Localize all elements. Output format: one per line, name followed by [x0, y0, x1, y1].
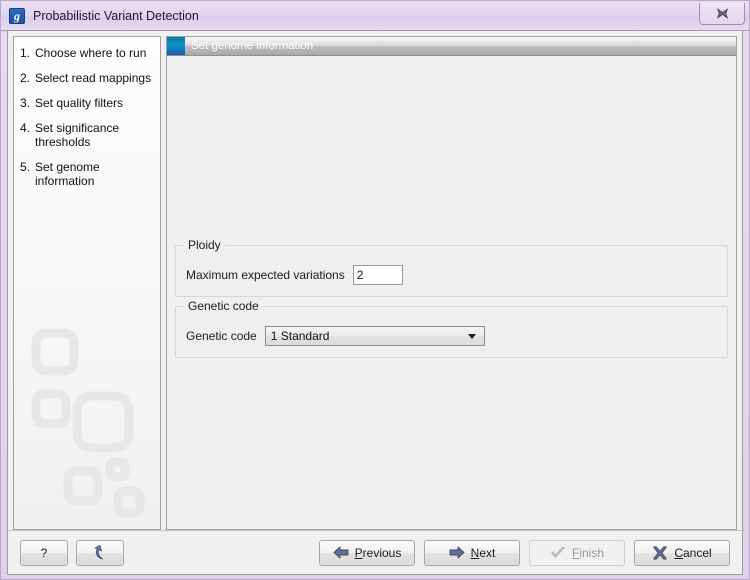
field-label: Genetic code — [186, 329, 257, 343]
button-bar-left: ? — [20, 539, 124, 566]
previous-button[interactable]: Previous — [319, 539, 415, 566]
question-mark-icon: ? — [40, 545, 48, 560]
previous-button-label: Previous — [354, 545, 402, 560]
decorative-squares-watermark — [31, 328, 145, 518]
dialog-button-bar: ? Previous Next Finish Cancel — [8, 530, 742, 574]
finish-button-label: Finish — [571, 545, 605, 560]
group-title: Ploidy — [184, 238, 225, 252]
step-number: 4. — [20, 121, 31, 135]
step-label: Select read mappings — [35, 71, 152, 85]
page-header: Set genome information — [167, 37, 736, 56]
sidebar-item-set-significance-thresholds[interactable]: 4. Set significance thresholds — [20, 121, 154, 149]
cross-icon — [653, 545, 668, 560]
sidebar-item-set-genome-information[interactable]: 5. Set genome information — [20, 160, 154, 188]
arrow-right-icon — [449, 546, 465, 559]
wizard-step-list: 1. Choose where to run 2. Select read ma… — [13, 36, 161, 530]
field-label: Maximum expected variations — [186, 268, 345, 282]
sidebar-item-set-quality-filters[interactable]: 3. Set quality filters — [20, 96, 154, 110]
genetic-code-selected-value: 1 Standard — [270, 329, 330, 343]
group-genetic-code: Genetic code Genetic code 1 Standard — [175, 299, 728, 358]
field-genetic-code: Genetic code 1 Standard — [186, 326, 485, 346]
dialog-content-row: 1. Choose where to run 2. Select read ma… — [8, 31, 742, 530]
cancel-button-label: Cancel — [674, 545, 712, 560]
step-number: 2. — [20, 71, 31, 85]
dialog-window: g Probabilistic Variant Detection 1. Cho… — [0, 0, 750, 580]
wizard-page: Set genome information Ploidy Maximum ex… — [166, 36, 737, 530]
step-label: Set quality filters — [35, 96, 124, 110]
checkmark-icon — [551, 546, 565, 558]
arrow-left-icon — [333, 546, 349, 559]
window-title: Probabilistic Variant Detection — [33, 8, 199, 23]
page-title: Set genome information — [191, 40, 314, 52]
group-ploidy: Ploidy Maximum expected variations — [175, 238, 728, 297]
help-button[interactable]: ? — [20, 539, 68, 566]
sidebar-item-choose-where-to-run[interactable]: 1. Choose where to run — [20, 46, 154, 60]
title-bar: g Probabilistic Variant Detection — [1, 1, 749, 31]
sidebar-item-select-read-mappings[interactable]: 2. Select read mappings — [20, 71, 154, 85]
step-label: Choose where to run — [35, 46, 147, 60]
field-maximum-expected-variations: Maximum expected variations — [186, 265, 403, 285]
cancel-button[interactable]: Cancel — [634, 539, 730, 566]
next-button-label: Next — [470, 545, 496, 560]
genetic-code-dropdown[interactable]: 1 Standard — [264, 326, 485, 346]
page-form: Ploidy Maximum expected variations Genet… — [167, 56, 736, 529]
dialog-body: 1. Choose where to run 2. Select read ma… — [7, 31, 743, 575]
button-bar-right: Previous Next Finish Cancel — [319, 539, 730, 566]
step-label: Set genome information — [35, 160, 100, 188]
close-button[interactable] — [699, 3, 745, 25]
group-title: Genetic code — [184, 299, 263, 313]
step-number: 5. — [20, 160, 31, 174]
step-number: 3. — [20, 96, 31, 110]
maximum-expected-variations-input[interactable] — [352, 265, 403, 285]
close-icon — [716, 8, 728, 19]
reset-button[interactable] — [76, 539, 124, 566]
app-icon: g — [9, 7, 25, 24]
step-label: Set significance thresholds — [35, 121, 120, 149]
finish-button: Finish — [529, 539, 625, 566]
step-square-icon — [167, 37, 185, 55]
step-number: 1. — [20, 46, 31, 60]
next-button[interactable]: Next — [424, 539, 520, 566]
chevron-down-icon — [467, 333, 476, 339]
undo-arrow-icon — [94, 544, 103, 559]
